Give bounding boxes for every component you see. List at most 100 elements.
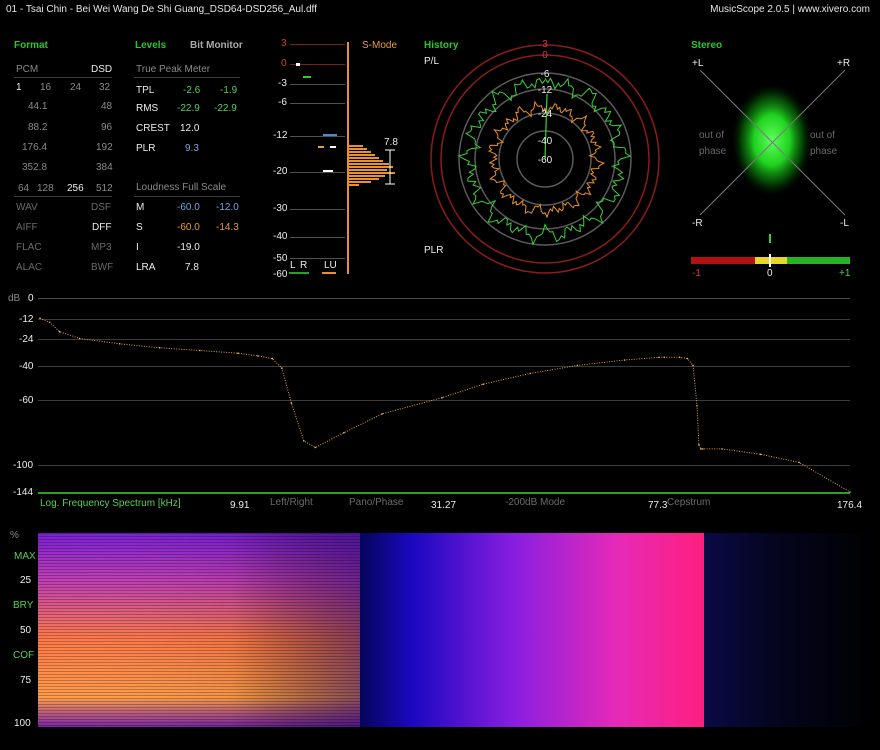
spectrogram-ramp [360,533,704,727]
format-divider [14,77,112,78]
bit-16: 16 [40,82,52,93]
channel-lu-underline [322,272,336,274]
rms-label: RMS [136,103,159,114]
spectrum-point [698,444,700,446]
s-mode-label[interactable]: S-Mode [362,40,397,51]
m-right: -12.0 [216,202,239,213]
x-label-77-3: 77.3 [648,500,668,511]
bit-24: 24 [70,82,82,93]
spectrum-point [692,364,694,367]
meter-scale-m6: -6 [278,97,287,108]
type-dff: DFF [92,222,112,233]
loudness-divider [134,196,240,197]
balance-minus-1: -1 [692,268,701,279]
rate-384: 384 [96,162,113,173]
ring-label-m6: -6 [541,69,550,80]
i-value: -19.0 [177,242,200,253]
spectrogram-cof: COF [13,650,35,661]
dsd-label: DSD [91,64,113,75]
format-header: Format [14,40,48,51]
peak-marker-left [296,63,300,66]
meter-scale-m50: -50 [273,253,288,264]
spectrum-point [663,356,665,359]
spectrum-point [482,383,485,385]
file-title: 01 - Tsai Chin - Bei Wei Wang De Shi Gua… [6,4,317,15]
true-peak-title: True Peak Meter [136,64,211,75]
channel-r: R [300,260,308,271]
stereo-header: Stereo [691,40,723,51]
s-marker [318,146,324,148]
spectrum-title: Log. Frequency Spectrum [kHz] [40,498,181,509]
spectrum-point [529,372,532,375]
spectrum-point [686,357,689,360]
crest-value: 12.0 [180,123,200,134]
spectrum-point [257,355,259,357]
meter-line-m6 [290,103,345,104]
channel-lu: LU [324,260,337,271]
x-label-31-27: 31.27 [431,500,457,511]
lra-bracket-value: 7.8 [384,137,398,148]
bit-monitor-label[interactable]: Bit Monitor [190,40,243,51]
rms-marker-left [303,76,311,78]
ring-label-m60: -60 [538,155,553,166]
rate-48: 48 [101,101,113,112]
stereo-goniometer [699,69,846,216]
200db-mode-button[interactable]: -200dB Mode [505,497,565,508]
ring-label-m24: -24 [538,109,553,120]
pano-phase-button[interactable]: Pano/Phase [349,497,404,508]
left-right-button[interactable]: Left/Right [270,497,313,508]
format-divider-2 [14,196,112,197]
type-aiff: AIFF [16,222,38,233]
x-label-9-91: 9.91 [230,500,250,511]
spectrogram-tail [704,533,878,727]
ring-label-m40: -40 [538,136,553,147]
spectrum-point [303,440,305,442]
spectrum-point [658,356,660,359]
rate-88-2: 88.2 [28,122,48,133]
meter-line-m30 [290,209,345,210]
meter-line-m20 [290,172,345,173]
spectrogram-unit: % [10,530,19,541]
dsd-64: 64 [18,183,30,194]
type-mp3: MP3 [91,242,112,253]
type-bwf: BWF [91,262,114,273]
dsd-512: 512 [96,183,113,194]
spectrum-point [58,330,61,333]
spectrum-point [441,396,443,399]
correlation-bar-negative [691,257,755,264]
spectrum-point [381,413,383,415]
channel-lr-underline [289,272,309,274]
lra-label: LRA [136,262,156,273]
correlation-bar-center [755,257,787,264]
ring-label-3: 3 [542,39,548,50]
meter-scale-3: 3 [281,38,287,49]
meter-scale-m40: -40 [273,231,288,242]
spectrum-point [702,448,704,450]
spectrum-point [759,453,762,456]
pcm-label: PCM [16,64,39,75]
spectrum-point [281,367,283,369]
meter-scale-m60: -60 [273,269,288,280]
spectrogram-75: 75 [20,675,32,686]
spectrum-point [696,405,698,407]
m-left: -60.0 [177,202,200,213]
cepstrum-button[interactable]: Cepstrum [667,497,710,508]
i-label: I [136,242,139,253]
spectrogram-max: MAX [14,551,36,562]
m-label: M [136,202,145,213]
plr-value: 9.3 [185,143,199,154]
spectrum-point [78,337,81,340]
bit-1: 1 [16,82,22,93]
meter-scale-m30: -30 [273,203,288,214]
levels-header: Levels [135,40,167,51]
i-marker-2 [323,170,333,172]
meter-scale-m20: -20 [273,166,288,177]
meter-scale-0: 0 [281,58,287,69]
ring-label-0: 0 [542,50,548,61]
rate-44-1: 44.1 [28,101,48,112]
rms-right: -22.9 [214,103,237,114]
balance-0: 0 [767,268,773,279]
spectrogram-bry: BRY [13,600,34,611]
i-marker [330,146,336,148]
s-label: S [136,222,143,233]
